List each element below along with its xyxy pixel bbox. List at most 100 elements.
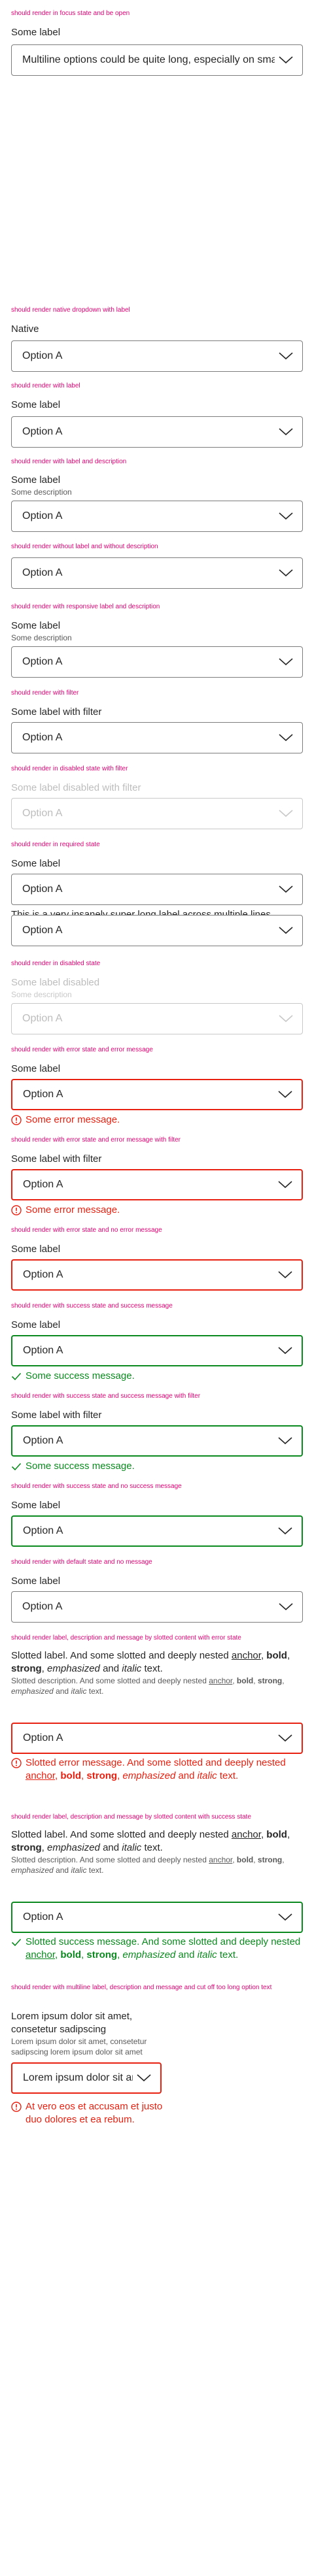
select-value: Option A <box>22 350 63 361</box>
slotted-description: Slotted description. And some slotted an… <box>11 1676 285 1696</box>
chevron-down-icon <box>278 1347 292 1355</box>
success-message: Slotted success message. And some slotte… <box>11 1936 303 1962</box>
slotted-bold: bold <box>236 1855 254 1864</box>
story-title: should render with responsive label and … <box>11 603 160 610</box>
field-label-wrap: Some label disabled with filter <box>11 782 303 795</box>
story-title: should render native dropdown with label <box>11 306 130 314</box>
success-message: Some success message. <box>11 1370 303 1383</box>
select-value: Option A <box>22 567 63 578</box>
select-default-nomsg[interactable]: Option A <box>11 1591 303 1623</box>
slotted-anchor-link[interactable]: anchor <box>209 1855 232 1864</box>
slotted-label-wrap: Slotted label. And some slotted and deep… <box>11 1828 303 1875</box>
chevron-down-icon <box>279 1015 293 1023</box>
slotted-strong: strong <box>11 1663 42 1674</box>
slotted-and: and <box>103 1663 120 1674</box>
story-title: should render with error state and no er… <box>11 1227 162 1234</box>
field-label: Some label <box>11 27 61 38</box>
error-circle-icon <box>11 1758 22 1768</box>
slotted-label-wrap: Slotted label. And some slotted and deep… <box>11 1649 303 1696</box>
chevron-down-icon <box>279 569 293 577</box>
field-description: Some description <box>11 487 72 497</box>
field-label-wrap: Some label Some description <box>11 619 303 643</box>
select-slot-success[interactable]: Option A <box>11 1902 303 1933</box>
slotted-anchor-link[interactable]: anchor <box>26 1949 55 1960</box>
select-value: Option A <box>22 656 63 667</box>
slotted-strong: strong <box>86 1770 118 1781</box>
field-label: Some label <box>11 1500 61 1511</box>
story-title: should render with default state and no … <box>11 1559 152 1566</box>
story-title: should render with success state and no … <box>11 1483 182 1490</box>
slotted-desc-text: Slotted description. And some slotted an… <box>11 1676 207 1685</box>
check-icon <box>11 1938 22 1947</box>
chevron-down-icon <box>279 512 293 520</box>
field-description: Lorem ipsum dolor sit amet, consetetur s… <box>11 2037 147 2056</box>
chevron-down-icon <box>279 352 293 360</box>
slotted-emphasized: emphasized <box>122 1949 176 1960</box>
slotted-emphasized: emphasized <box>11 1687 54 1696</box>
story-success-nomsg: should render with success state and no … <box>11 1482 303 1491</box>
select-multiline[interactable]: Lorem ipsum dolor sit am <box>11 2062 162 2094</box>
select-required[interactable]: Option A <box>11 874 303 905</box>
slotted-msg-text: Slotted success message. And some slotte… <box>26 1936 301 1947</box>
story-error-nomsg: should render with error state and no er… <box>11 1226 303 1235</box>
slotted-anchor-link[interactable]: anchor <box>232 1829 261 1840</box>
slotted-text: text. <box>88 1866 104 1875</box>
select-disabled-filter: Option A <box>11 798 303 829</box>
select-success[interactable]: Option A <box>11 1335 303 1366</box>
slotted-bold: bold <box>266 1650 287 1661</box>
select-required-long[interactable]: Option A <box>11 915 303 946</box>
chevron-down-icon <box>279 1603 293 1611</box>
slotted-emphasized: emphasized <box>122 1770 176 1781</box>
select-success-nomsg[interactable]: Option A <box>11 1515 303 1547</box>
field-label-wrap: Some label disabled Some description <box>11 976 303 1000</box>
field-label-wrap: Some label with filter <box>11 706 303 719</box>
story-label-desc: should render with label and description <box>11 457 303 467</box>
select-value: Option A <box>23 1435 63 1446</box>
check-icon <box>11 1462 22 1471</box>
select-error-nomsg[interactable]: Option A <box>11 1259 303 1291</box>
select-error-filter[interactable]: Option A <box>11 1169 303 1200</box>
field-label-wrap: Some label Some description <box>11 474 303 497</box>
select-no-label[interactable]: Option A <box>11 557 303 589</box>
select-responsive[interactable]: Option A <box>11 646 303 678</box>
field-label: Some label <box>11 620 61 631</box>
slotted-label: Slotted label. And some slotted and deep… <box>11 1829 290 1853</box>
select-with-label[interactable]: Option A <box>11 416 303 448</box>
slotted-anchor-link[interactable]: anchor <box>26 1770 55 1781</box>
select-native[interactable]: Option A <box>11 340 303 372</box>
story-title: should render label, description and mes… <box>11 1634 241 1642</box>
story-error-filter: should render with error state and error… <box>11 1136 303 1145</box>
slotted-italic: italic <box>71 1687 87 1696</box>
field-label-wrap: Some label <box>11 1063 303 1076</box>
chevron-down-icon <box>279 927 293 934</box>
field-label: Some label <box>11 1063 61 1074</box>
select-label-desc[interactable]: Option A <box>11 501 303 532</box>
field-label-wrap: Lorem ipsum dolor sit amet, consetetur s… <box>11 2010 162 2057</box>
select-focus[interactable]: Multiline options could be quite long, e… <box>11 44 303 76</box>
story-no-label: should render without label and without … <box>11 542 303 552</box>
slotted-strong: strong <box>11 1842 42 1853</box>
slotted-bold: bold <box>266 1829 287 1840</box>
error-message: Slotted error message. And some slotted … <box>11 1757 303 1783</box>
chevron-down-icon <box>279 428 293 436</box>
slotted-anchor-link[interactable]: anchor <box>209 1676 232 1685</box>
select-slot-error[interactable]: Option A <box>11 1723 303 1754</box>
story-title: should render with label <box>11 382 80 389</box>
slotted-msg-text: Slotted error message. And some slotted … <box>26 1757 286 1768</box>
select-filter[interactable]: Option A <box>11 722 303 753</box>
story-title: should render with error state and error… <box>11 1136 181 1144</box>
slotted-and: and <box>178 1949 195 1960</box>
field-label: Some label <box>11 1244 61 1255</box>
field-label: Some label with filter <box>11 1410 102 1421</box>
story-error: should render with error state and error… <box>11 1046 303 1055</box>
select-success-filter[interactable]: Option A <box>11 1425 303 1457</box>
select-value: Option A <box>22 426 63 437</box>
slotted-anchor-link[interactable]: anchor <box>232 1650 261 1661</box>
slotted-text: text. <box>219 1949 239 1960</box>
story-native: should render native dropdown with label <box>11 306 303 315</box>
slotted-italic: italic <box>71 1866 87 1875</box>
slotted-and: and <box>56 1866 69 1875</box>
story-title: should render label, description and mes… <box>11 1813 251 1821</box>
select-error[interactable]: Option A <box>11 1079 303 1110</box>
field-label: Lorem ipsum dolor sit amet, consetetur s… <box>11 2011 133 2035</box>
